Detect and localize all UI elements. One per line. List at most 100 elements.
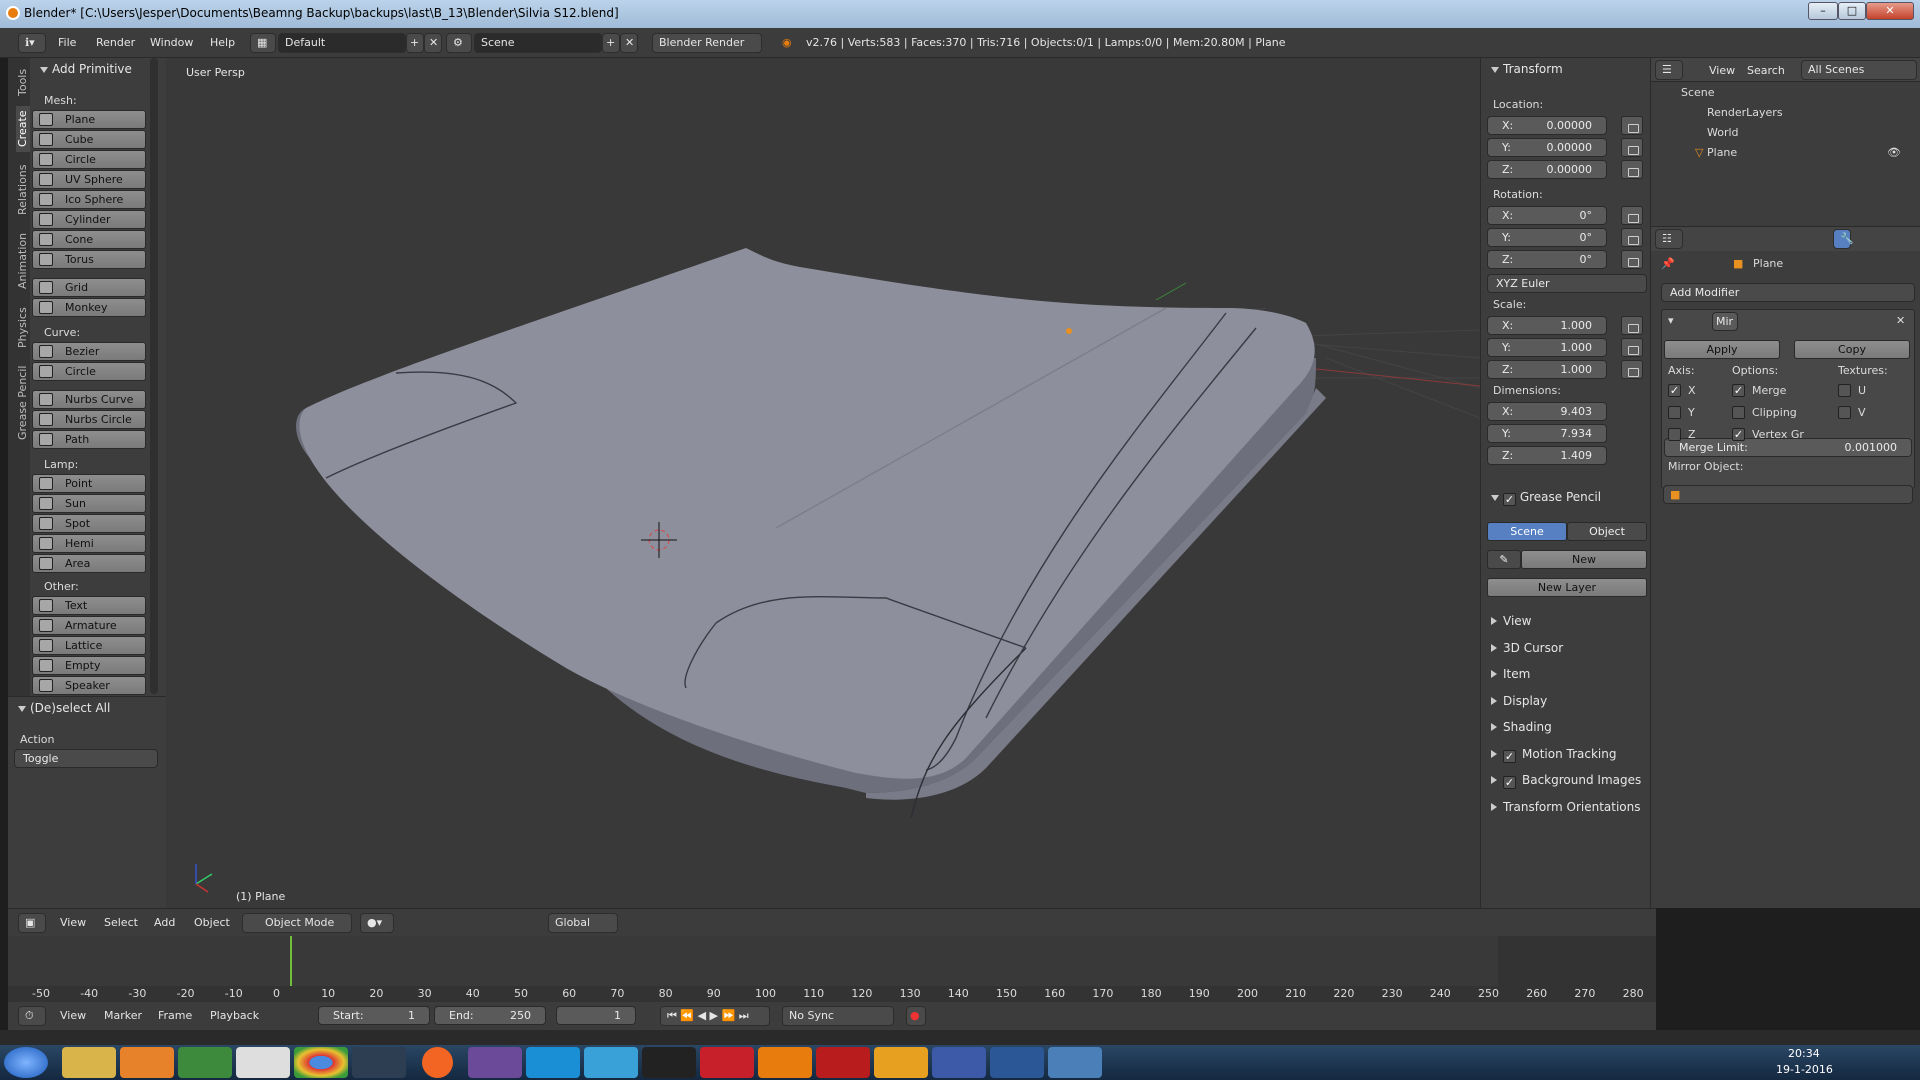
editor-type-icon[interactable]: ℹ▾: [18, 33, 46, 53]
add-spot-button[interactable]: Spot: [32, 514, 146, 533]
add-area-button[interactable]: Area: [32, 554, 146, 573]
start-frame-field[interactable]: Start: 1: [318, 1006, 430, 1025]
sync-mode-select[interactable]: No Sync: [782, 1006, 894, 1026]
remove-scene-icon[interactable]: ✕: [620, 33, 638, 53]
outliner-editor-icon[interactable]: ☰: [1655, 60, 1683, 80]
scene-icon[interactable]: ⚙: [446, 33, 472, 53]
panel-3d-cursor[interactable]: 3D Cursor: [1491, 641, 1563, 655]
lock-icon[interactable]: [1621, 228, 1643, 247]
timeline-menu-view[interactable]: View: [60, 1006, 86, 1026]
add-torus-button[interactable]: Torus: [32, 250, 146, 269]
tool-shelf-scrollbar[interactable]: [150, 58, 158, 694]
collapse-modifier-icon[interactable]: ▾: [1668, 314, 1674, 327]
axis-z-checkbox[interactable]: [1668, 428, 1681, 441]
panel-transform-orientations[interactable]: Transform Orientations: [1491, 800, 1641, 814]
dimension-x-field[interactable]: X: 9.403: [1487, 402, 1607, 421]
panel-item[interactable]: Item: [1491, 667, 1530, 681]
mirror-object-field[interactable]: ■: [1663, 485, 1913, 504]
add-point-button[interactable]: Point: [32, 474, 146, 493]
playback-controls[interactable]: ⏮ ⏪ ◀ ▶ ⏩ ⏭: [660, 1006, 770, 1026]
menu-render[interactable]: Render: [96, 33, 135, 53]
shading-mode-icon[interactable]: ●▾: [360, 913, 394, 933]
outliner-scene[interactable]: Scene: [1681, 86, 1715, 99]
timeline-menu-playback[interactable]: Playback: [210, 1006, 259, 1026]
remove-layout-icon[interactable]: ✕: [424, 33, 442, 53]
scale-x-field[interactable]: X: 1.000: [1487, 316, 1607, 335]
dimension-y-field[interactable]: Y: 7.934: [1487, 424, 1607, 443]
steam-icon[interactable]: [352, 1047, 406, 1078]
maximize-button[interactable]: □: [1838, 2, 1866, 20]
outliner-renderlayers[interactable]: RenderLayers: [1707, 106, 1783, 119]
add-text-button[interactable]: Text: [32, 596, 146, 615]
pin-icon[interactable]: 📌: [1661, 257, 1675, 270]
uplay-icon[interactable]: [526, 1047, 580, 1078]
checkbox-icon[interactable]: ✓: [1503, 776, 1516, 789]
solidworks-icon[interactable]: [700, 1047, 754, 1078]
add-speaker-button[interactable]: Speaker: [32, 676, 146, 695]
grease-pencil-header[interactable]: ✓ Grease Pencil: [1491, 490, 1601, 506]
option-vertex-gr-checkbox[interactable]: ✓: [1732, 428, 1745, 441]
axis-y-checkbox[interactable]: [1668, 406, 1681, 419]
timeline-menu-frame[interactable]: Frame: [158, 1006, 192, 1026]
modifier-name-field[interactable]: Mir: [1712, 312, 1738, 331]
menu-file[interactable]: File: [58, 33, 76, 53]
mode-select[interactable]: Object Mode: [242, 913, 352, 933]
lock-icon[interactable]: [1621, 116, 1643, 135]
outliner-search-menu[interactable]: Search: [1747, 61, 1785, 81]
panel-display[interactable]: Display: [1491, 694, 1547, 708]
media-player-icon[interactable]: [120, 1047, 174, 1078]
view3d-menu-add[interactable]: Add: [154, 913, 175, 933]
orientation-select[interactable]: Global: [548, 913, 618, 933]
outliner-world[interactable]: World: [1707, 126, 1739, 139]
start-button-icon[interactable]: [4, 1047, 48, 1078]
add-bezier-button[interactable]: Bezier: [32, 342, 146, 361]
apply-button[interactable]: Apply: [1664, 340, 1780, 359]
screen-layout-icon[interactable]: ▦: [250, 33, 276, 53]
word-icon[interactable]: [990, 1047, 1044, 1078]
render-engine-select[interactable]: Blender Render: [652, 33, 762, 53]
timeline-area[interactable]: -50 -40 -30 -20 -10 0 10 20 30 40 50 60 70 80 90 100 110…: [8, 936, 1656, 1002]
add-circle-button[interactable]: Circle: [32, 150, 146, 169]
menu-help[interactable]: Help: [210, 33, 235, 53]
3d-viewport[interactable]: User Persp (1) Plane: [166, 58, 1480, 908]
add-nurbs-circle-button[interactable]: Nurbs Circle: [32, 410, 146, 429]
rotation-mode-select[interactable]: XYZ Euler: [1487, 274, 1647, 293]
menu-window[interactable]: Window: [150, 33, 193, 53]
record-button[interactable]: ●: [906, 1006, 926, 1026]
add-cylinder-button[interactable]: Cylinder: [32, 210, 146, 229]
current-frame-field[interactable]: 1: [556, 1006, 636, 1025]
texture-v-checkbox[interactable]: [1838, 406, 1851, 419]
panel-shading[interactable]: Shading: [1491, 720, 1552, 734]
add-hemi-button[interactable]: Hemi: [32, 534, 146, 553]
add-grid-button[interactable]: Grid: [32, 278, 146, 297]
origin-icon[interactable]: [422, 1047, 453, 1078]
panel-view[interactable]: View: [1491, 614, 1531, 628]
document-icon[interactable]: [236, 1047, 290, 1078]
lock-icon[interactable]: [1621, 206, 1643, 225]
scale-z-field[interactable]: Z: 1.000: [1487, 360, 1607, 379]
lock-icon[interactable]: [1621, 338, 1643, 357]
lock-icon[interactable]: [1621, 138, 1643, 157]
notepad-icon[interactable]: [178, 1047, 232, 1078]
gp-object-toggle[interactable]: Object: [1567, 522, 1647, 541]
texture-u-checkbox[interactable]: [1838, 384, 1851, 397]
panel-motion-tracking[interactable]: ✓ Motion Tracking: [1491, 747, 1616, 763]
add-empty-button[interactable]: Empty: [32, 656, 146, 675]
outliner-filter-select[interactable]: All Scenes: [1801, 60, 1917, 80]
copy-button[interactable]: Copy: [1794, 340, 1910, 359]
eye-app-icon[interactable]: [584, 1047, 638, 1078]
checkbox-icon[interactable]: ✓: [1503, 749, 1516, 763]
rotation-y-field[interactable]: Y: 0°: [1487, 228, 1607, 247]
lock-icon[interactable]: [1621, 250, 1643, 269]
modifier-tab-wrench-icon[interactable]: 🔧: [1833, 229, 1854, 249]
option-clipping-checkbox[interactable]: [1732, 406, 1745, 419]
add-nurbs-curve-button[interactable]: Nurbs Curve: [32, 390, 146, 409]
location-z-field[interactable]: Z: 0.00000: [1487, 160, 1607, 179]
acrobat-icon[interactable]: [816, 1047, 870, 1078]
window-app-icon[interactable]: [1048, 1047, 1102, 1078]
timeline-editor-icon[interactable]: ⏱: [18, 1006, 46, 1026]
scale-y-field[interactable]: Y: 1.000: [1487, 338, 1607, 357]
gp-pencil-icon[interactable]: ✎: [1487, 550, 1521, 569]
add-lattice-button[interactable]: Lattice: [32, 636, 146, 655]
inventor-icon[interactable]: [874, 1047, 928, 1078]
